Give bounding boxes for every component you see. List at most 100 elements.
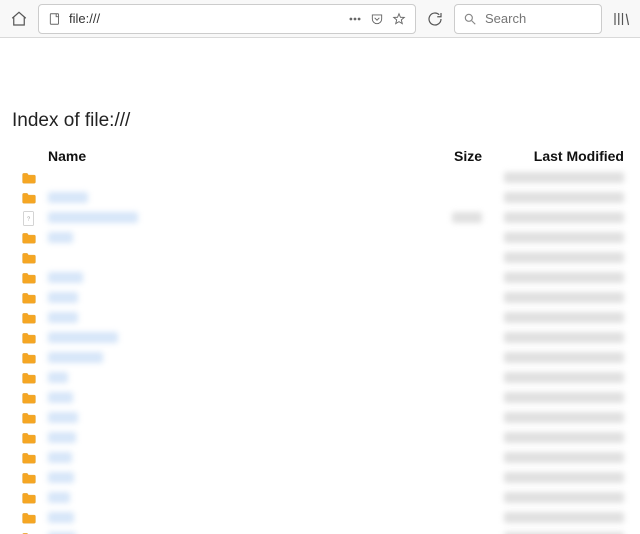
table-row[interactable] [12, 228, 628, 248]
table-row[interactable] [12, 248, 628, 268]
row-size-cell [418, 488, 488, 508]
table-row[interactable] [12, 468, 628, 488]
row-name-cell[interactable] [46, 228, 418, 248]
row-name-cell[interactable] [46, 448, 418, 468]
row-modified-cell [488, 488, 628, 508]
folder-icon [22, 312, 36, 324]
row-name-cell[interactable] [46, 468, 418, 488]
folder-icon [22, 512, 36, 524]
table-row[interactable] [12, 388, 628, 408]
row-name-cell[interactable] [46, 348, 418, 368]
row-size-cell [418, 528, 488, 534]
row-name-cell[interactable] [46, 168, 418, 188]
table-row[interactable] [12, 188, 628, 208]
row-size-cell [418, 348, 488, 368]
row-name-cell[interactable] [46, 328, 418, 348]
row-size-cell [418, 468, 488, 488]
row-icon-cell [12, 388, 46, 408]
row-name-cell[interactable] [46, 528, 418, 534]
row-modified-cell [488, 308, 628, 328]
library-button[interactable] [608, 6, 634, 32]
reload-button[interactable] [422, 6, 448, 32]
row-name-cell[interactable] [46, 368, 418, 388]
row-size-cell [418, 508, 488, 528]
folder-icon [22, 172, 36, 184]
row-modified-cell [488, 328, 628, 348]
row-name-cell[interactable] [46, 428, 418, 448]
row-name-cell[interactable] [46, 208, 418, 228]
table-row[interactable] [12, 288, 628, 308]
row-name-cell[interactable] [46, 408, 418, 428]
row-name-cell[interactable] [46, 488, 418, 508]
page-actions-icon[interactable] [347, 11, 363, 27]
folder-icon [22, 352, 36, 364]
row-name-cell[interactable] [46, 268, 418, 288]
row-name-cell[interactable] [46, 288, 418, 308]
folder-icon [22, 472, 36, 484]
row-modified-cell [488, 208, 628, 228]
row-size-cell [418, 168, 488, 188]
row-size-cell [418, 428, 488, 448]
bookmark-star-icon[interactable] [391, 11, 407, 27]
row-name-cell[interactable] [46, 508, 418, 528]
row-name-cell[interactable] [46, 308, 418, 328]
row-icon-cell [12, 368, 46, 388]
url-text: file:/// [69, 11, 341, 26]
row-modified-cell [488, 168, 628, 188]
table-row[interactable] [12, 368, 628, 388]
page-info-icon[interactable] [47, 11, 63, 27]
folder-icon [22, 492, 36, 504]
row-icon-cell [12, 168, 46, 188]
column-header-modified[interactable]: Last Modified [488, 144, 628, 168]
row-modified-cell [488, 428, 628, 448]
table-row[interactable] [12, 328, 628, 348]
row-size-cell [418, 448, 488, 468]
table-row[interactable] [12, 428, 628, 448]
search-input[interactable] [483, 10, 593, 27]
row-icon-cell [12, 228, 46, 248]
row-icon-cell: ? [12, 208, 46, 228]
table-row[interactable] [12, 508, 628, 528]
table-row[interactable] [12, 268, 628, 288]
table-row[interactable] [12, 528, 628, 534]
table-row[interactable] [12, 448, 628, 468]
row-name-cell[interactable] [46, 248, 418, 268]
column-header-size[interactable]: Size [418, 144, 488, 168]
row-modified-cell [488, 468, 628, 488]
row-modified-cell [488, 368, 628, 388]
row-size-cell [418, 328, 488, 348]
search-bar[interactable] [454, 4, 602, 34]
row-icon-cell [12, 428, 46, 448]
row-modified-cell [488, 388, 628, 408]
row-name-cell[interactable] [46, 388, 418, 408]
row-modified-cell [488, 268, 628, 288]
folder-icon [22, 292, 36, 304]
page-content: Index of file:/// Name Size Last Modifie… [0, 38, 640, 534]
column-header-name[interactable]: Name [46, 144, 418, 168]
row-modified-cell [488, 408, 628, 428]
svg-text:?: ? [27, 216, 30, 222]
table-row[interactable] [12, 348, 628, 368]
table-row[interactable]: ? [12, 208, 628, 228]
home-button[interactable] [6, 6, 32, 32]
row-icon-cell [12, 308, 46, 328]
row-modified-cell [488, 288, 628, 308]
row-size-cell [418, 368, 488, 388]
table-row[interactable] [12, 168, 628, 188]
table-row[interactable] [12, 488, 628, 508]
row-modified-cell [488, 448, 628, 468]
table-row[interactable] [12, 308, 628, 328]
url-bar[interactable]: file:/// [38, 4, 416, 34]
home-icon [10, 10, 28, 28]
folder-icon [22, 272, 36, 284]
table-header-row: Name Size Last Modified [12, 144, 628, 168]
row-modified-cell [488, 348, 628, 368]
row-name-cell[interactable] [46, 188, 418, 208]
row-size-cell [418, 288, 488, 308]
browser-toolbar: file:/// [0, 0, 640, 38]
row-modified-cell [488, 508, 628, 528]
row-size-cell [418, 228, 488, 248]
table-row[interactable] [12, 408, 628, 428]
pocket-icon[interactable] [369, 11, 385, 27]
folder-icon [22, 192, 36, 204]
